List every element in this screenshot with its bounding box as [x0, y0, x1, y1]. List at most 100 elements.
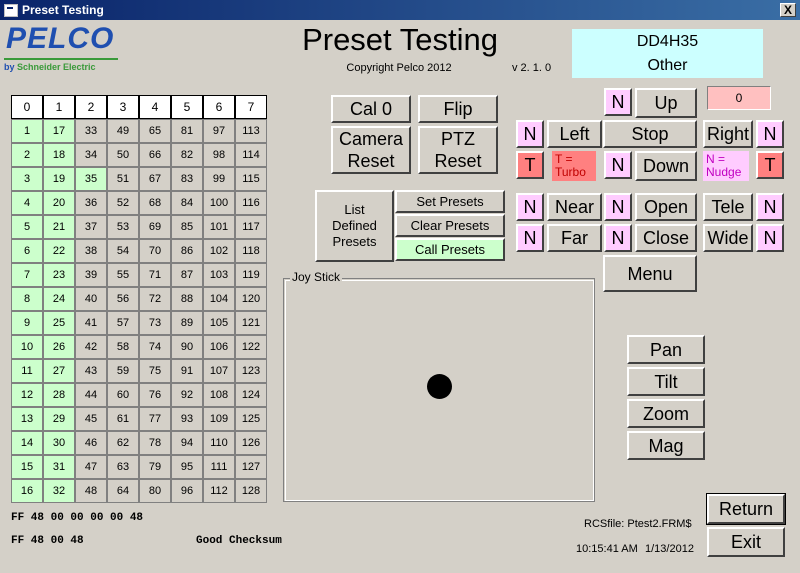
ptz-reset-button[interactable]: PTZ Reset	[418, 126, 498, 174]
preset-cell[interactable]: 18	[43, 143, 75, 167]
wide-nudge-button[interactable]: N	[756, 224, 784, 252]
preset-cell[interactable]: 47	[75, 455, 107, 479]
preset-cell[interactable]: 26	[43, 335, 75, 359]
preset-cell[interactable]: 2	[11, 143, 43, 167]
preset-cell[interactable]: 93	[171, 407, 203, 431]
preset-cell[interactable]: 111	[203, 455, 235, 479]
preset-cell[interactable]: 122	[235, 335, 267, 359]
preset-cell[interactable]: 8	[11, 287, 43, 311]
preset-cell[interactable]: 106	[203, 335, 235, 359]
preset-cell[interactable]: 6	[11, 239, 43, 263]
preset-cell[interactable]: 17	[43, 119, 75, 143]
preset-cell[interactable]: 100	[203, 191, 235, 215]
preset-cell[interactable]: 64	[107, 479, 139, 503]
preset-cell[interactable]: 78	[139, 431, 171, 455]
preset-cell[interactable]: 44	[75, 383, 107, 407]
preset-cell[interactable]: 104	[203, 287, 235, 311]
open-button[interactable]: Open	[635, 193, 697, 221]
preset-cell[interactable]: 61	[107, 407, 139, 431]
preset-cell[interactable]: 91	[171, 359, 203, 383]
preset-cell[interactable]: 73	[139, 311, 171, 335]
preset-cell[interactable]: 43	[75, 359, 107, 383]
preset-cell[interactable]: 51	[107, 167, 139, 191]
preset-cell[interactable]: 48	[75, 479, 107, 503]
open-nudge-button[interactable]: N	[604, 193, 632, 221]
preset-cell[interactable]: 82	[171, 143, 203, 167]
preset-cell[interactable]: 85	[171, 215, 203, 239]
preset-cell[interactable]: 71	[139, 263, 171, 287]
tele-button[interactable]: Tele	[703, 193, 753, 221]
preset-cell[interactable]: 119	[235, 263, 267, 287]
menu-button[interactable]: Menu	[603, 255, 697, 292]
preset-cell[interactable]: 5	[11, 215, 43, 239]
preset-cell[interactable]: 127	[235, 455, 267, 479]
right-turbo-button[interactable]: T	[756, 151, 784, 179]
preset-cell[interactable]: 86	[171, 239, 203, 263]
preset-cell[interactable]: 76	[139, 383, 171, 407]
preset-cell[interactable]: 66	[139, 143, 171, 167]
preset-cell[interactable]: 125	[235, 407, 267, 431]
preset-cell[interactable]: 30	[43, 431, 75, 455]
preset-cell[interactable]: 89	[171, 311, 203, 335]
near-nudge-button[interactable]: N	[516, 193, 544, 221]
preset-cell[interactable]: 67	[139, 167, 171, 191]
preset-cell[interactable]: 25	[43, 311, 75, 335]
up-nudge-button[interactable]: N	[604, 88, 632, 116]
call-presets-button[interactable]: Call Presets	[395, 238, 505, 261]
preset-cell[interactable]: 1	[11, 119, 43, 143]
preset-cell[interactable]: 46	[75, 431, 107, 455]
preset-cell[interactable]: 29	[43, 407, 75, 431]
preset-cell[interactable]: 54	[107, 239, 139, 263]
preset-cell[interactable]: 95	[171, 455, 203, 479]
preset-cell[interactable]: 33	[75, 119, 107, 143]
preset-cell[interactable]: 84	[171, 191, 203, 215]
joystick-handle[interactable]	[427, 374, 452, 399]
preset-cell[interactable]: 35	[75, 167, 107, 191]
preset-cell[interactable]: 124	[235, 383, 267, 407]
list-presets-button[interactable]: List Defined Presets	[315, 190, 394, 262]
preset-cell[interactable]: 83	[171, 167, 203, 191]
preset-cell[interactable]: 27	[43, 359, 75, 383]
preset-cell[interactable]: 107	[203, 359, 235, 383]
preset-cell[interactable]: 31	[43, 455, 75, 479]
preset-cell[interactable]: 121	[235, 311, 267, 335]
preset-cell[interactable]: 36	[75, 191, 107, 215]
stop-button[interactable]: Stop	[603, 120, 697, 148]
left-nudge-button[interactable]: N	[516, 120, 544, 148]
preset-cell[interactable]: 41	[75, 311, 107, 335]
preset-cell[interactable]: 65	[139, 119, 171, 143]
preset-cell[interactable]: 15	[11, 455, 43, 479]
preset-cell[interactable]: 74	[139, 335, 171, 359]
preset-cell[interactable]: 101	[203, 215, 235, 239]
preset-cell[interactable]: 12	[11, 383, 43, 407]
preset-cell[interactable]: 96	[171, 479, 203, 503]
preset-cell[interactable]: 19	[43, 167, 75, 191]
preset-cell[interactable]: 40	[75, 287, 107, 311]
preset-cell[interactable]: 120	[235, 287, 267, 311]
preset-cell[interactable]: 80	[139, 479, 171, 503]
wide-button[interactable]: Wide	[703, 224, 753, 252]
zoom-button[interactable]: Zoom	[627, 399, 705, 428]
preset-cell[interactable]: 20	[43, 191, 75, 215]
preset-cell[interactable]: 4	[11, 191, 43, 215]
exit-button[interactable]: Exit	[707, 527, 785, 557]
preset-cell[interactable]: 87	[171, 263, 203, 287]
tilt-button[interactable]: Tilt	[627, 367, 705, 396]
close-button[interactable]: X	[780, 3, 796, 17]
preset-cell[interactable]: 68	[139, 191, 171, 215]
preset-cell[interactable]: 126	[235, 431, 267, 455]
up-button[interactable]: Up	[635, 88, 697, 118]
preset-cell[interactable]: 103	[203, 263, 235, 287]
preset-cell[interactable]: 79	[139, 455, 171, 479]
right-nudge-button[interactable]: N	[756, 120, 784, 148]
preset-cell[interactable]: 9	[11, 311, 43, 335]
mag-button[interactable]: Mag	[627, 431, 705, 460]
preset-cell[interactable]: 105	[203, 311, 235, 335]
preset-cell[interactable]: 88	[171, 287, 203, 311]
clear-presets-button[interactable]: Clear Presets	[395, 214, 505, 237]
preset-cell[interactable]: 114	[235, 143, 267, 167]
preset-cell[interactable]: 11	[11, 359, 43, 383]
down-nudge-button[interactable]: N	[604, 151, 632, 179]
flip-button[interactable]: Flip	[418, 95, 498, 123]
preset-cell[interactable]: 23	[43, 263, 75, 287]
